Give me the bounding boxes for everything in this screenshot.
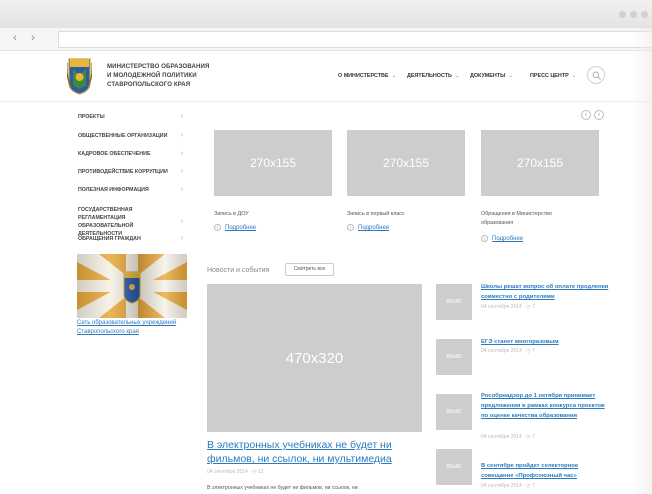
chevron-right-icon: › [180,168,183,175]
ministry-title-line: И МОЛОДЕЖНОЙ ПОЛИТИКИ [107,72,197,79]
news-item-meta: 04 сентября 2014 · ◷ 7 [481,434,535,440]
sidebar-item-anticorruption[interactable]: ПРОТИВОДЕЙСТВИЕ КОРРУПЦИИ › [78,168,186,176]
news-item-meta: 04 сентября 2014 · ◷ 7 [481,348,535,354]
sidebar-item-label: ГОСУДАРСТВЕННАЯ РЕГЛАМЕНТАЦИЯ ОБРАЗОВАТЕ… [78,207,134,237]
coat-of-arms-logo[interactable] [67,57,92,95]
sidebar-item-label: ПРОТИВОДЕЙСТВИЕ КОРРУПЦИИ [78,169,168,175]
sidebar-item-staffing[interactable]: КАДРОВОЕ ОБЕСПЕЧЕНИЕ › [78,150,186,158]
nav-label: ПРЕСС ЦЕНТР [530,73,569,79]
browser-titlebar [0,0,652,28]
arrow-right-circle-icon: › [481,235,488,242]
news-thumbnail[interactable]: 80x80 [436,339,472,375]
chevron-down-icon: ⌄ [454,73,460,79]
news-thumbnail[interactable]: 80x80 [436,394,472,430]
carousel-next-button[interactable]: › [594,110,604,120]
nav-activity[interactable]: ДЕЯТЕЛЬНОСТЬ ⌄ [407,73,459,79]
window-dot[interactable] [619,11,626,18]
card-image-placeholder[interactable]: 270x155 [214,130,332,196]
see-all-button[interactable]: Смотреть все [285,263,334,276]
chevron-down-icon: ⌄ [571,73,577,79]
featured-news-meta: 04 сентября 2014 · ◷ 12 [207,469,264,475]
more-label: Подробнее [358,225,390,232]
news-item-title[interactable]: Школы решат вопрос об оплате продленки с… [481,282,611,302]
header-divider [0,101,652,102]
arrow-right-circle-icon: › [214,224,221,231]
chevron-down-icon: ⌄ [508,73,513,79]
card-more-link[interactable]: › Подробнее [347,224,389,231]
news-section-title: Новости и события [207,267,270,274]
news-thumbnail[interactable]: 80x80 [436,449,472,485]
sidebar-item-public-organizations[interactable]: ОБЩЕСТВЕННЫЕ ОРГАНИЗАЦИИ › [78,132,186,140]
news-item-title[interactable]: ЕГЭ станет многоразовым [481,337,611,347]
more-label: Подробнее [492,236,524,243]
news-item-title[interactable]: В сентябре пройдет селекторное совещание… [481,461,611,481]
chevron-right-icon: › [180,235,183,242]
nav-documents[interactable]: ДОКУМЕНТЫ ⌄ [470,73,513,79]
search-button[interactable] [587,66,605,84]
news-item-meta: 04 сентября 2014 · ◷ 7 [481,304,535,310]
chevron-right-icon: › [180,150,183,157]
card-more-link[interactable]: › Подробнее [481,235,523,242]
news-item-meta: 04 сентября 2014 · ◷ 7 [481,483,535,489]
sidebar-item-citizen-appeals[interactable]: ОБРАЩЕНИЯ ГРАЖДАН › [78,235,186,243]
chevron-down-icon: ⌄ [391,73,397,79]
featured-news-headline[interactable]: В электронных учебниках не будет ни филь… [207,438,432,466]
sidebar-item-state-regulation[interactable]: ГОСУДАРСТВЕННАЯ РЕГЛАМЕНТАЦИЯ ОБРАЗОВАТЕ… [78,206,186,238]
stavropol-flag-banner[interactable] [77,254,187,318]
sidebar-item-label: ПОЛЕЗНАЯ ИНФОРМАЦИЯ [78,187,149,193]
news-item-title[interactable]: Рособрнадзор до 1 октября принимает пред… [481,391,611,421]
nav-label: ДОКУМЕНТЫ [470,73,506,79]
education-network-link[interactable]: Сеть образовательных учреждений Ставропо… [77,319,197,337]
address-bar[interactable] [58,31,652,48]
ministry-title-line: СТАВРОПОЛЬСКОГО КРАЯ [107,81,191,88]
sidebar-item-label: ПРОЕКТЫ [78,114,105,120]
browser-toolbar: ‹ › [0,28,652,51]
window-dot[interactable] [630,11,637,18]
card-image-placeholder[interactable]: 270x155 [347,130,465,196]
chevron-right-icon: › [180,186,183,193]
chevron-right-icon: › [180,113,183,120]
chevron-right-icon: › [180,132,183,139]
chevron-right-icon: › [180,218,183,225]
card-caption: Запись в ДОУ [214,211,249,217]
arrow-right-circle-icon: › [347,224,354,231]
sidebar-item-useful-info[interactable]: ПОЛЕЗНАЯ ИНФОРМАЦИЯ › [78,186,186,194]
carousel-prev-button[interactable]: ‹ [581,110,591,120]
sidebar-item-label: ОБРАЩЕНИЯ ГРАЖДАН [78,236,141,242]
window-dot[interactable] [641,11,648,18]
sidebar-item-label: ОБЩЕСТВЕННЫЕ ОРГАНИЗАЦИИ [78,133,168,139]
forward-button[interactable]: › [26,31,40,45]
sidebar-item-label: КАДРОВОЕ ОБЕСПЕЧЕНИЕ [78,151,151,157]
card-more-link[interactable]: › Подробнее [214,224,256,231]
featured-news-excerpt: В электронных учебниках не будет ни филь… [207,485,358,491]
nav-label: ДЕЯТЕЛЬНОСТЬ [407,73,452,79]
card-caption: Обращения в Министерство образования [481,211,552,226]
card-caption: Запись в первый класс [347,211,405,217]
more-label: Подробнее [225,225,257,232]
news-thumbnail[interactable]: 80x80 [436,284,472,320]
nav-press-center[interactable]: ПРЕСС ЦЕНТР ⌄ [530,73,576,79]
window-controls [619,11,648,18]
nav-label: О МИНИСТЕРСТВЕ [338,73,389,79]
featured-news-image[interactable]: 470x320 [207,284,422,432]
nav-about-ministry[interactable]: О МИНИСТЕРСТВЕ ⌄ [338,73,396,79]
card-image-placeholder[interactable]: 270x155 [481,130,599,196]
web-page: МИНИСТЕРСТВО ОБРАЗОВАНИЯ И МОЛОДЕЖНОЙ ПО… [0,51,652,494]
ministry-title-line: МИНИСТЕРСТВО ОБРАЗОВАНИЯ [107,63,210,70]
sidebar-item-projects[interactable]: ПРОЕКТЫ › [78,113,186,121]
ministry-title[interactable]: МИНИСТЕРСТВО ОБРАЗОВАНИЯ И МОЛОДЕЖНОЙ ПО… [107,62,217,89]
back-button[interactable]: ‹ [8,31,22,45]
search-icon [592,71,601,80]
